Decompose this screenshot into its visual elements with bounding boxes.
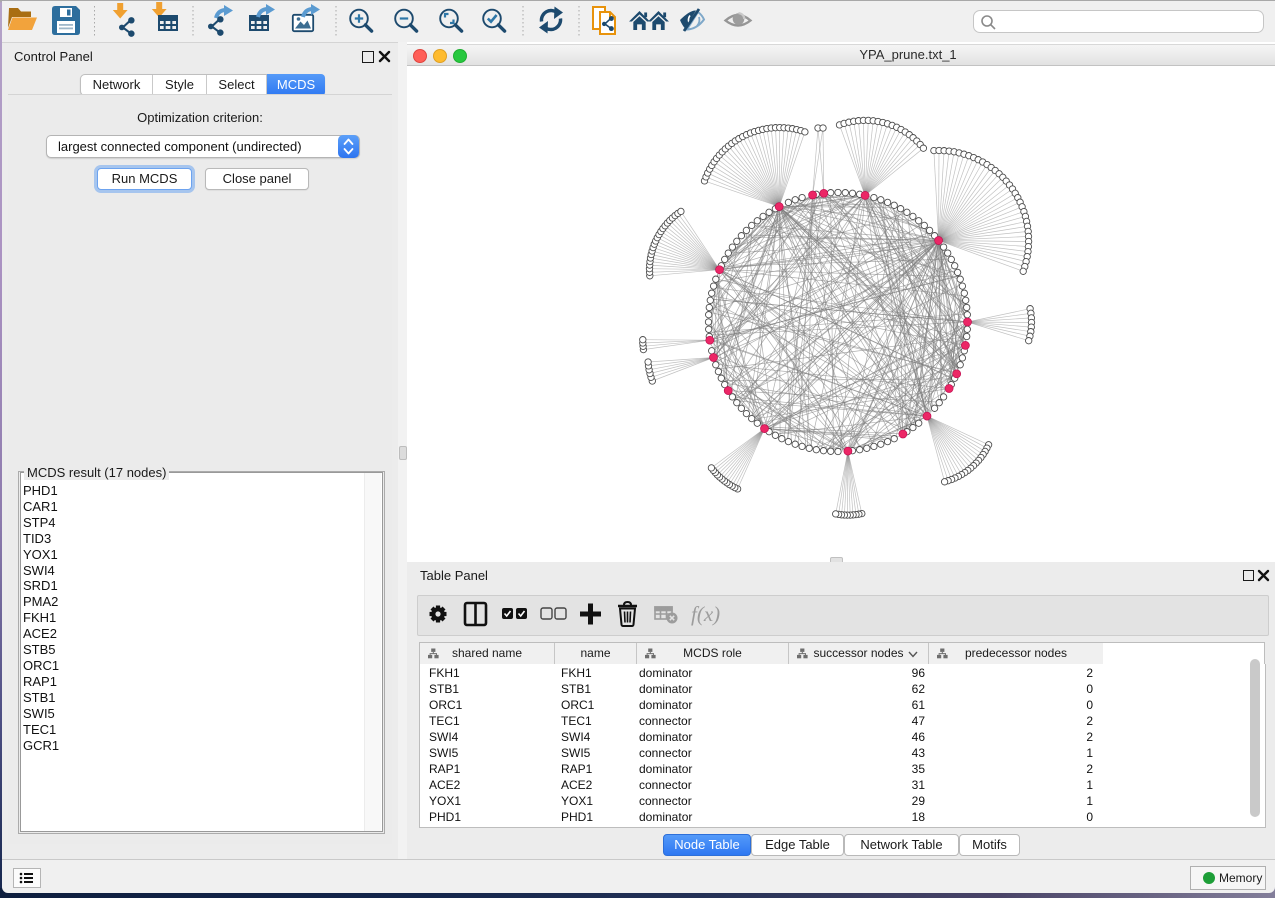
svg-text:f(x): f(x) — [691, 602, 720, 626]
